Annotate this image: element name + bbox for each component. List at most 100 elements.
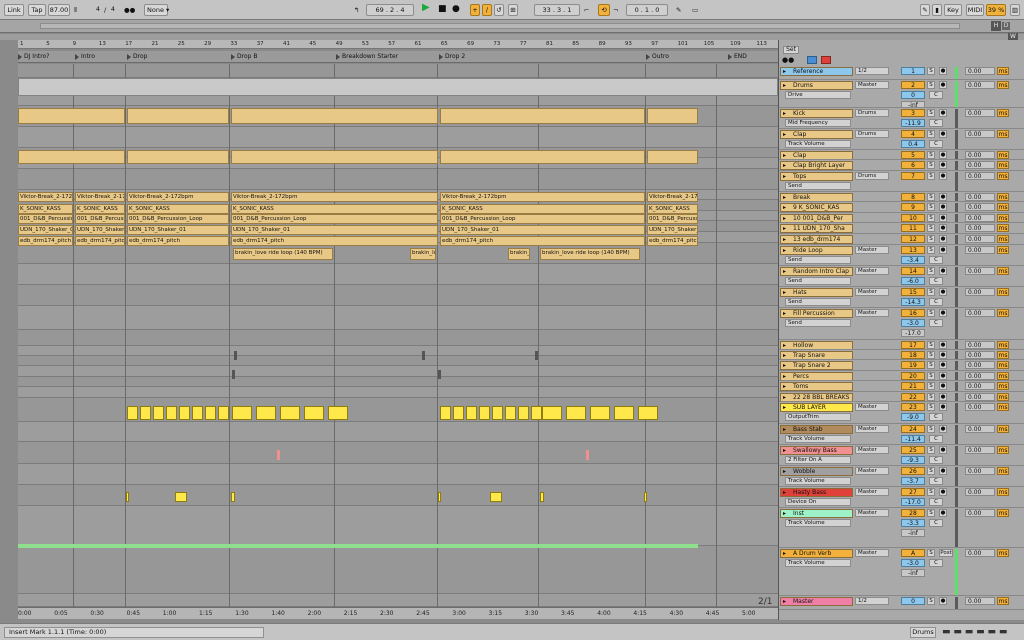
clip[interactable] [231, 150, 438, 164]
mixer-track-row[interactable]: ▸ Bass Stab Track Volume Master 24 S ● -11.4 C 0.… [779, 424, 1024, 445]
follow-icon[interactable]: ↰ [354, 4, 359, 16]
automation-chooser[interactable]: Drive [785, 91, 851, 99]
clip[interactable]: brakin_love ride loop (140 BPM) [233, 248, 333, 260]
solo-button[interactable]: S [927, 597, 935, 605]
arm-button[interactable]: ● [939, 382, 947, 390]
track-name[interactable]: ▸ Wobble [780, 467, 853, 476]
clip[interactable]: 001_D&B_Percussion_Loop [440, 214, 645, 224]
track-activator[interactable]: 2 [901, 81, 925, 89]
clip[interactable] [179, 406, 190, 420]
clip[interactable] [586, 450, 589, 460]
track-name[interactable]: ▸ Clap [780, 130, 853, 139]
track-volume[interactable]: -11.9 [901, 119, 925, 127]
clip[interactable]: brakin_lo [508, 248, 530, 260]
delay-unit-button[interactable]: ms [997, 67, 1009, 75]
track-activator[interactable]: 6 [901, 161, 925, 169]
arrangement-record-icon[interactable] [821, 56, 831, 64]
track-name[interactable]: ▸ Bass Stab [780, 425, 853, 434]
capture-icon[interactable]: ⊞ [508, 4, 518, 16]
arm-button[interactable]: ● [939, 214, 947, 222]
track-lane[interactable] [18, 485, 778, 506]
clip[interactable] [466, 406, 477, 420]
back-to-arrangement-icon[interactable]: ↺ [494, 4, 504, 16]
locator-marker[interactable]: Drop [127, 52, 147, 62]
mixer-track-row[interactable]: ▸ SUB LAYER OutputTrim Master 23 S ● -9.0 C 0.00 m… [779, 402, 1024, 424]
track-name[interactable]: ▸ 11 UDN_170_Sha [780, 224, 853, 233]
clip[interactable]: K_SONIC_KASS [440, 204, 645, 214]
fold-icon[interactable]: ▸ [783, 342, 786, 349]
link-button[interactable]: Link [4, 4, 24, 16]
send-amount[interactable]: -inf [901, 101, 925, 107]
clip[interactable] [566, 406, 586, 420]
output-routing[interactable]: Master [855, 549, 889, 557]
pan-center-button[interactable]: C [929, 519, 943, 527]
clip[interactable] [531, 406, 542, 420]
clip[interactable] [440, 150, 645, 164]
solo-button[interactable]: S [927, 425, 935, 433]
clip[interactable]: UDN_170_Shaker_01 [127, 225, 229, 235]
clip[interactable]: edb_drm174_pitch [75, 236, 125, 246]
fold-icon[interactable]: ▸ [783, 598, 786, 605]
track-delay[interactable]: 0.00 [965, 246, 995, 254]
track-name[interactable]: ▸ Trap Snare 2 [780, 361, 853, 370]
automation-chooser[interactable]: Mid Frequency [785, 119, 851, 127]
track-delay[interactable]: 0.00 [965, 446, 995, 454]
output-routing[interactable]: Master [855, 509, 889, 517]
clip[interactable]: K_SONIC_KASS [647, 204, 698, 214]
track-delay[interactable]: 0.00 [965, 309, 995, 317]
delay-unit-button[interactable]: ms [997, 372, 1009, 380]
overview-strip[interactable] [40, 23, 960, 29]
clip[interactable] [280, 406, 300, 420]
fold-icon[interactable]: ▸ [783, 215, 786, 222]
delay-unit-button[interactable]: ms [997, 446, 1009, 454]
clip[interactable] [304, 406, 324, 420]
clip[interactable] [232, 370, 235, 379]
output-routing[interactable]: Master [855, 467, 889, 475]
track-name[interactable]: ▸ Clap Bright Layer [780, 161, 853, 170]
fold-icon[interactable]: ▸ [783, 447, 786, 454]
delay-unit-button[interactable]: ms [997, 193, 1009, 201]
clip[interactable]: UDN_170_Shaker_01 [75, 225, 125, 235]
track-activator[interactable]: 9 [901, 203, 925, 211]
post-button[interactable]: Post [939, 549, 953, 557]
output-routing[interactable]: Master [855, 246, 889, 254]
clip[interactable]: UDN_170_Shaker_01 [231, 225, 438, 235]
delay-unit-button[interactable]: ms [997, 224, 1009, 232]
signature-denominator[interactable]: 4 [109, 4, 117, 16]
mixer-track-row[interactable]: ▸ Percs 20 S ● 0.00 ms [779, 371, 1024, 381]
track-lane[interactable] [18, 506, 778, 546]
track-volume[interactable]: -3.4 [901, 256, 925, 264]
track-delay[interactable]: 0.00 [965, 488, 995, 496]
delay-unit-button[interactable]: ms [997, 382, 1009, 390]
clip[interactable] [479, 406, 490, 420]
track-activator[interactable]: 11 [901, 224, 925, 232]
arm-button[interactable]: ● [939, 246, 947, 254]
clip[interactable]: K_SONIC_KASS [231, 204, 438, 214]
mixer-track-row[interactable]: ▸ Toms 21 S ● 0.00 ms [779, 381, 1024, 392]
chevron-down-icon[interactable]: ▾ [166, 4, 169, 16]
clip[interactable] [153, 406, 164, 420]
mixer-track-row[interactable]: ▸ Trap Snare 18 S ● 0.00 ms [779, 350, 1024, 360]
clip[interactable] [535, 351, 538, 360]
mixer-track-row[interactable]: ▸ Wobble Track Volume Master 26 S ● -3.7 C 0.00 ms [779, 466, 1024, 487]
track-volume[interactable]: -17.0 [901, 498, 925, 506]
solo-button[interactable]: S [927, 172, 935, 180]
solo-button[interactable]: S [927, 161, 935, 169]
clip[interactable]: edb_drm174_pitch [231, 236, 438, 246]
fold-icon[interactable]: ▸ [783, 152, 786, 159]
fold-icon[interactable]: ▸ [783, 247, 786, 254]
solo-button[interactable]: S [927, 446, 935, 454]
solo-button[interactable]: S [927, 203, 935, 211]
track-delay[interactable]: 0.00 [965, 351, 995, 359]
track-activator[interactable]: 0 [901, 597, 925, 605]
track-delay[interactable]: 0.00 [965, 172, 995, 180]
solo-button[interactable]: S [927, 341, 935, 349]
tempo-field[interactable]: 87.00 [48, 4, 70, 16]
track-delay[interactable]: 0.00 [965, 425, 995, 433]
pan-center-button[interactable]: C [929, 477, 943, 485]
pan-center-button[interactable]: C [929, 298, 943, 306]
arm-button[interactable]: ● [939, 372, 947, 380]
pan-center-button[interactable]: C [929, 435, 943, 443]
mixer-track-row[interactable]: ▸ Clap Track Volume Drums 4 S ● 0.4 C 0.00 ms [779, 129, 1024, 150]
fold-icon[interactable]: ▸ [783, 310, 786, 317]
